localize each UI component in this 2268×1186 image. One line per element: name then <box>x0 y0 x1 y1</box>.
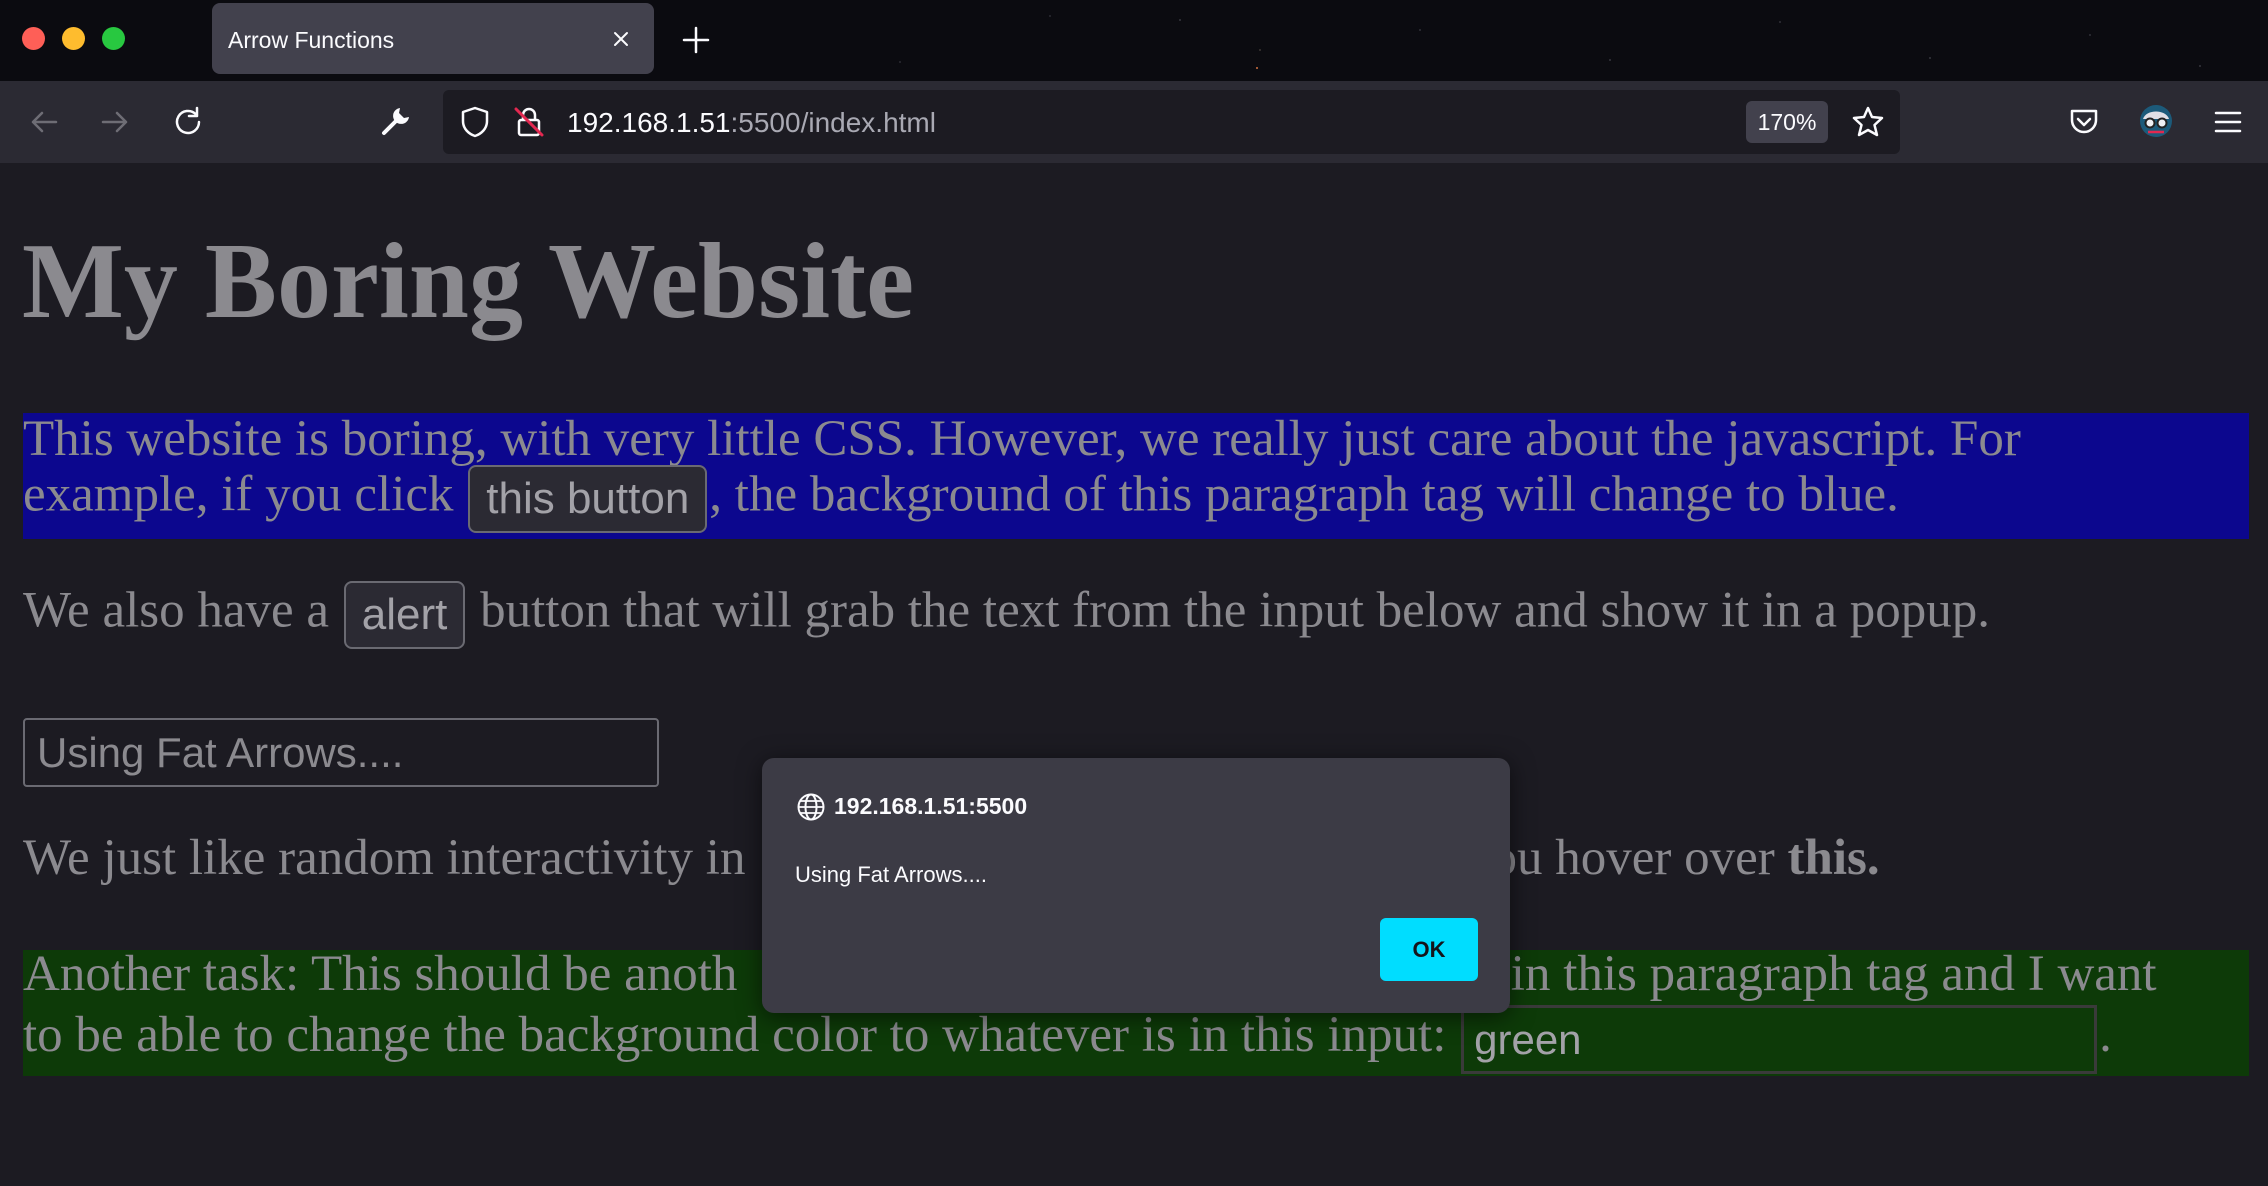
url-path: :5500/index.html <box>730 107 936 138</box>
zoom-window-button[interactable] <box>102 27 125 50</box>
paragraph-text: button that will grab the text from the … <box>467 582 1991 639</box>
tab-title: Arrow Functions <box>228 27 395 53</box>
insecure-lock-icon[interactable] <box>511 104 547 140</box>
browser-titlebar: Arrow Functions <box>0 0 2268 81</box>
close-window-button[interactable] <box>22 27 45 50</box>
page-content: My Boring Website This website is boring… <box>0 163 2268 1186</box>
paragraph-text: We just like random interactivity in <box>23 830 746 886</box>
paragraph-line: example, if you click this button, the b… <box>23 465 1899 533</box>
blue-paragraph: This website is boring, with very little… <box>23 411 2249 539</box>
navigation-toolbar: 192.168.1.51:5500/index.html 170% <box>0 81 2268 163</box>
alert-button[interactable]: alert <box>343 581 466 649</box>
dialog-message: Using Fat Arrows.... <box>795 862 987 887</box>
forward-arrow-icon[interactable] <box>97 104 133 140</box>
ok-button[interactable]: OK <box>1380 918 1478 981</box>
change-background-button[interactable]: this button <box>468 465 708 533</box>
paragraph-text: Another task: This should be anoth <box>23 946 738 1002</box>
alert-text-input[interactable]: Using Fat Arrows.... <box>23 718 659 787</box>
url-host: 192.168.1.51 <box>567 107 731 138</box>
paragraph-text: e in this paragraph tag and I want <box>1475 946 2157 1002</box>
color-input[interactable]: green <box>1461 1005 2098 1074</box>
hamburger-menu-icon[interactable] <box>2210 104 2246 140</box>
zoom-level-badge[interactable]: 170% <box>1746 101 1828 143</box>
paragraph-text: example, if you click <box>23 466 467 523</box>
minimize-window-button[interactable] <box>62 27 85 50</box>
hover-target-text[interactable]: this. <box>1787 830 1879 886</box>
paragraph-text: ou hover over <box>1491 830 1788 886</box>
close-icon[interactable] <box>608 26 634 52</box>
paragraph-text: , the background of this paragraph tag w… <box>709 466 1899 523</box>
url-text[interactable]: 192.168.1.51:5500/index.html <box>567 107 936 139</box>
new-tab-plus-icon[interactable] <box>681 25 711 55</box>
account-avatar-icon[interactable] <box>2138 103 2174 139</box>
paragraph-text: to be able to change the background colo… <box>23 1007 1460 1064</box>
url-bar[interactable]: 192.168.1.51:5500/index.html 170% <box>443 90 1900 154</box>
page-title: My Boring Website <box>22 222 915 341</box>
globe-icon <box>797 793 825 821</box>
alert-dialog: 192.168.1.51:5500 Using Fat Arrows.... O… <box>762 758 1510 1013</box>
paragraph-text: . <box>2099 1007 2112 1064</box>
reload-icon[interactable] <box>170 104 206 140</box>
dialog-origin: 192.168.1.51:5500 <box>834 793 1028 819</box>
wrench-icon[interactable] <box>378 103 414 139</box>
pocket-icon[interactable] <box>2066 104 2102 140</box>
shield-icon[interactable] <box>457 104 493 140</box>
paragraph-line: to be able to change the background colo… <box>23 1005 2112 1074</box>
bookmark-star-icon[interactable] <box>1850 104 1886 140</box>
paragraph-line: This website is boring, with very little… <box>23 411 2021 467</box>
paragraph-text: We also have a <box>23 582 342 639</box>
alert-paragraph: We also have a alert button that will gr… <box>23 581 1990 649</box>
tab-arrow-functions[interactable]: Arrow Functions <box>212 3 654 74</box>
back-arrow-icon[interactable] <box>26 104 62 140</box>
